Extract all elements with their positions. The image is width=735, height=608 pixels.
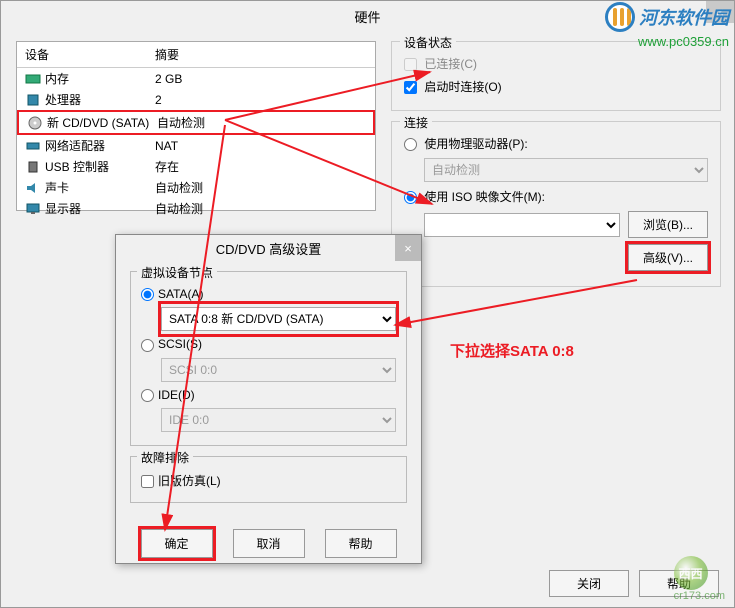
legacy-checkbox[interactable]	[141, 475, 154, 488]
right-settings: 设备状态 已连接(C) 启动时连接(O) 连接 使用物理驱动器(P): 自动检测	[391, 41, 721, 297]
physical-select: 自动检测	[424, 158, 708, 182]
device-row[interactable]: 内存 2 GB	[17, 68, 375, 89]
dev-name: 内存	[45, 70, 155, 87]
start-connect-checkbox[interactable]	[404, 81, 417, 94]
device-row[interactable]: 显示器 自动检测	[17, 198, 375, 219]
sound-icon	[25, 181, 41, 195]
connection-group: 连接 使用物理驱动器(P): 自动检测 使用 ISO 映像文件(M): 浏览(B…	[391, 121, 721, 287]
sata-label: SATA(A)	[158, 287, 204, 301]
iso-path-select[interactable]	[424, 213, 620, 237]
dev-summary: NAT	[155, 139, 178, 153]
device-row-cddvd[interactable]: 新 CD/DVD (SATA) 自动检测	[17, 110, 375, 135]
dev-name: 网络适配器	[45, 137, 155, 154]
row-iso: 使用 ISO 映像文件(M):	[404, 185, 708, 208]
row-physical: 使用物理驱动器(P):	[404, 132, 708, 155]
iso-label: 使用 ISO 映像文件(M):	[424, 190, 545, 204]
ide-radio[interactable]	[141, 389, 154, 402]
group-title: 连接	[400, 114, 432, 131]
dev-summary: 2	[155, 93, 162, 107]
close-button[interactable]: 关闭	[549, 570, 629, 597]
network-icon	[25, 139, 41, 153]
help-button[interactable]: 帮助	[639, 570, 719, 597]
dev-summary: 存在	[155, 158, 179, 175]
adv-title: CD/DVD 高级设置	[216, 239, 321, 258]
display-icon	[25, 202, 41, 216]
device-row[interactable]: 网络适配器 NAT	[17, 135, 375, 156]
dev-summary: 2 GB	[155, 72, 182, 86]
help-button[interactable]: 帮助	[325, 529, 397, 558]
cd-icon	[27, 116, 43, 130]
dev-name: 处理器	[45, 91, 155, 108]
browse-button[interactable]: 浏览(B)...	[628, 211, 708, 238]
col-summary: 摘要	[155, 46, 179, 63]
scsi-label: SCSI(S)	[158, 337, 202, 351]
virtual-node-group: 虚拟设备节点 SATA(A) SATA 0:8 新 CD/DVD (SATA) …	[130, 271, 407, 446]
adv-button-row: 确定 取消 帮助	[116, 523, 421, 564]
device-list: 设备 摘要 内存 2 GB 处理器 2 新 CD/DVD (SATA) 自动检测…	[16, 41, 376, 211]
device-row[interactable]: 处理器 2	[17, 89, 375, 110]
connected-checkbox	[404, 58, 417, 71]
scsi-radio[interactable]	[141, 339, 154, 352]
device-status-group: 设备状态 已连接(C) 启动时连接(O)	[391, 41, 721, 111]
troubleshoot-group: 故障排除 旧版仿真(L)	[130, 456, 407, 503]
cpu-icon	[25, 93, 41, 107]
ide-select: IDE 0:0	[161, 408, 396, 432]
ok-button[interactable]: 确定	[141, 529, 213, 558]
col-device: 设备	[25, 46, 155, 63]
legacy-label: 旧版仿真(L)	[158, 474, 221, 488]
sata-radio[interactable]	[141, 288, 154, 301]
dev-name: 声卡	[45, 179, 155, 196]
cancel-button[interactable]: 取消	[233, 529, 305, 558]
row-physical-sel: 自动检测	[424, 155, 708, 185]
group-title: 故障排除	[137, 449, 193, 466]
ide-label: IDE(D)	[158, 388, 195, 402]
device-row[interactable]: USB 控制器 存在	[17, 156, 375, 177]
group-title: 虚拟设备节点	[137, 264, 217, 281]
device-header: 设备 摘要	[17, 42, 375, 68]
usb-icon	[25, 160, 41, 174]
close-icon[interactable]: ×	[706, 1, 734, 23]
close-icon[interactable]: ×	[395, 235, 421, 261]
dev-name: 显示器	[45, 200, 155, 217]
row-iso-file: 浏览(B)...	[424, 208, 708, 241]
connected-label: 已连接(C)	[424, 57, 477, 71]
sata-select[interactable]: SATA 0:8 新 CD/DVD (SATA)	[161, 307, 396, 331]
dev-name: 新 CD/DVD (SATA)	[47, 114, 157, 131]
scsi-select: SCSI 0:0	[161, 358, 396, 382]
physical-label: 使用物理驱动器(P):	[424, 137, 527, 151]
advanced-button[interactable]: 高级(V)...	[628, 244, 708, 271]
iso-radio[interactable]	[404, 191, 417, 204]
window-title: 硬件	[354, 7, 380, 26]
row-advanced: 高级(V)...	[404, 241, 708, 274]
adv-title-bar: CD/DVD 高级设置 ×	[116, 235, 421, 261]
dev-name: USB 控制器	[45, 158, 155, 175]
title-bar: 硬件 ×	[1, 1, 734, 31]
row-start-connect: 启动时连接(O)	[404, 75, 708, 98]
advanced-dialog: CD/DVD 高级设置 × 虚拟设备节点 SATA(A) SATA 0:8 新 …	[115, 234, 422, 564]
footer-buttons: 关闭 帮助	[549, 570, 719, 597]
group-title: 设备状态	[400, 34, 456, 51]
start-connect-label: 启动时连接(O)	[424, 80, 501, 94]
memory-icon	[25, 72, 41, 86]
physical-radio[interactable]	[404, 138, 417, 151]
device-row[interactable]: 声卡 自动检测	[17, 177, 375, 198]
row-connected: 已连接(C)	[404, 52, 708, 75]
dev-summary: 自动检测	[157, 114, 205, 131]
dev-summary: 自动检测	[155, 200, 203, 217]
dev-summary: 自动检测	[155, 179, 203, 196]
